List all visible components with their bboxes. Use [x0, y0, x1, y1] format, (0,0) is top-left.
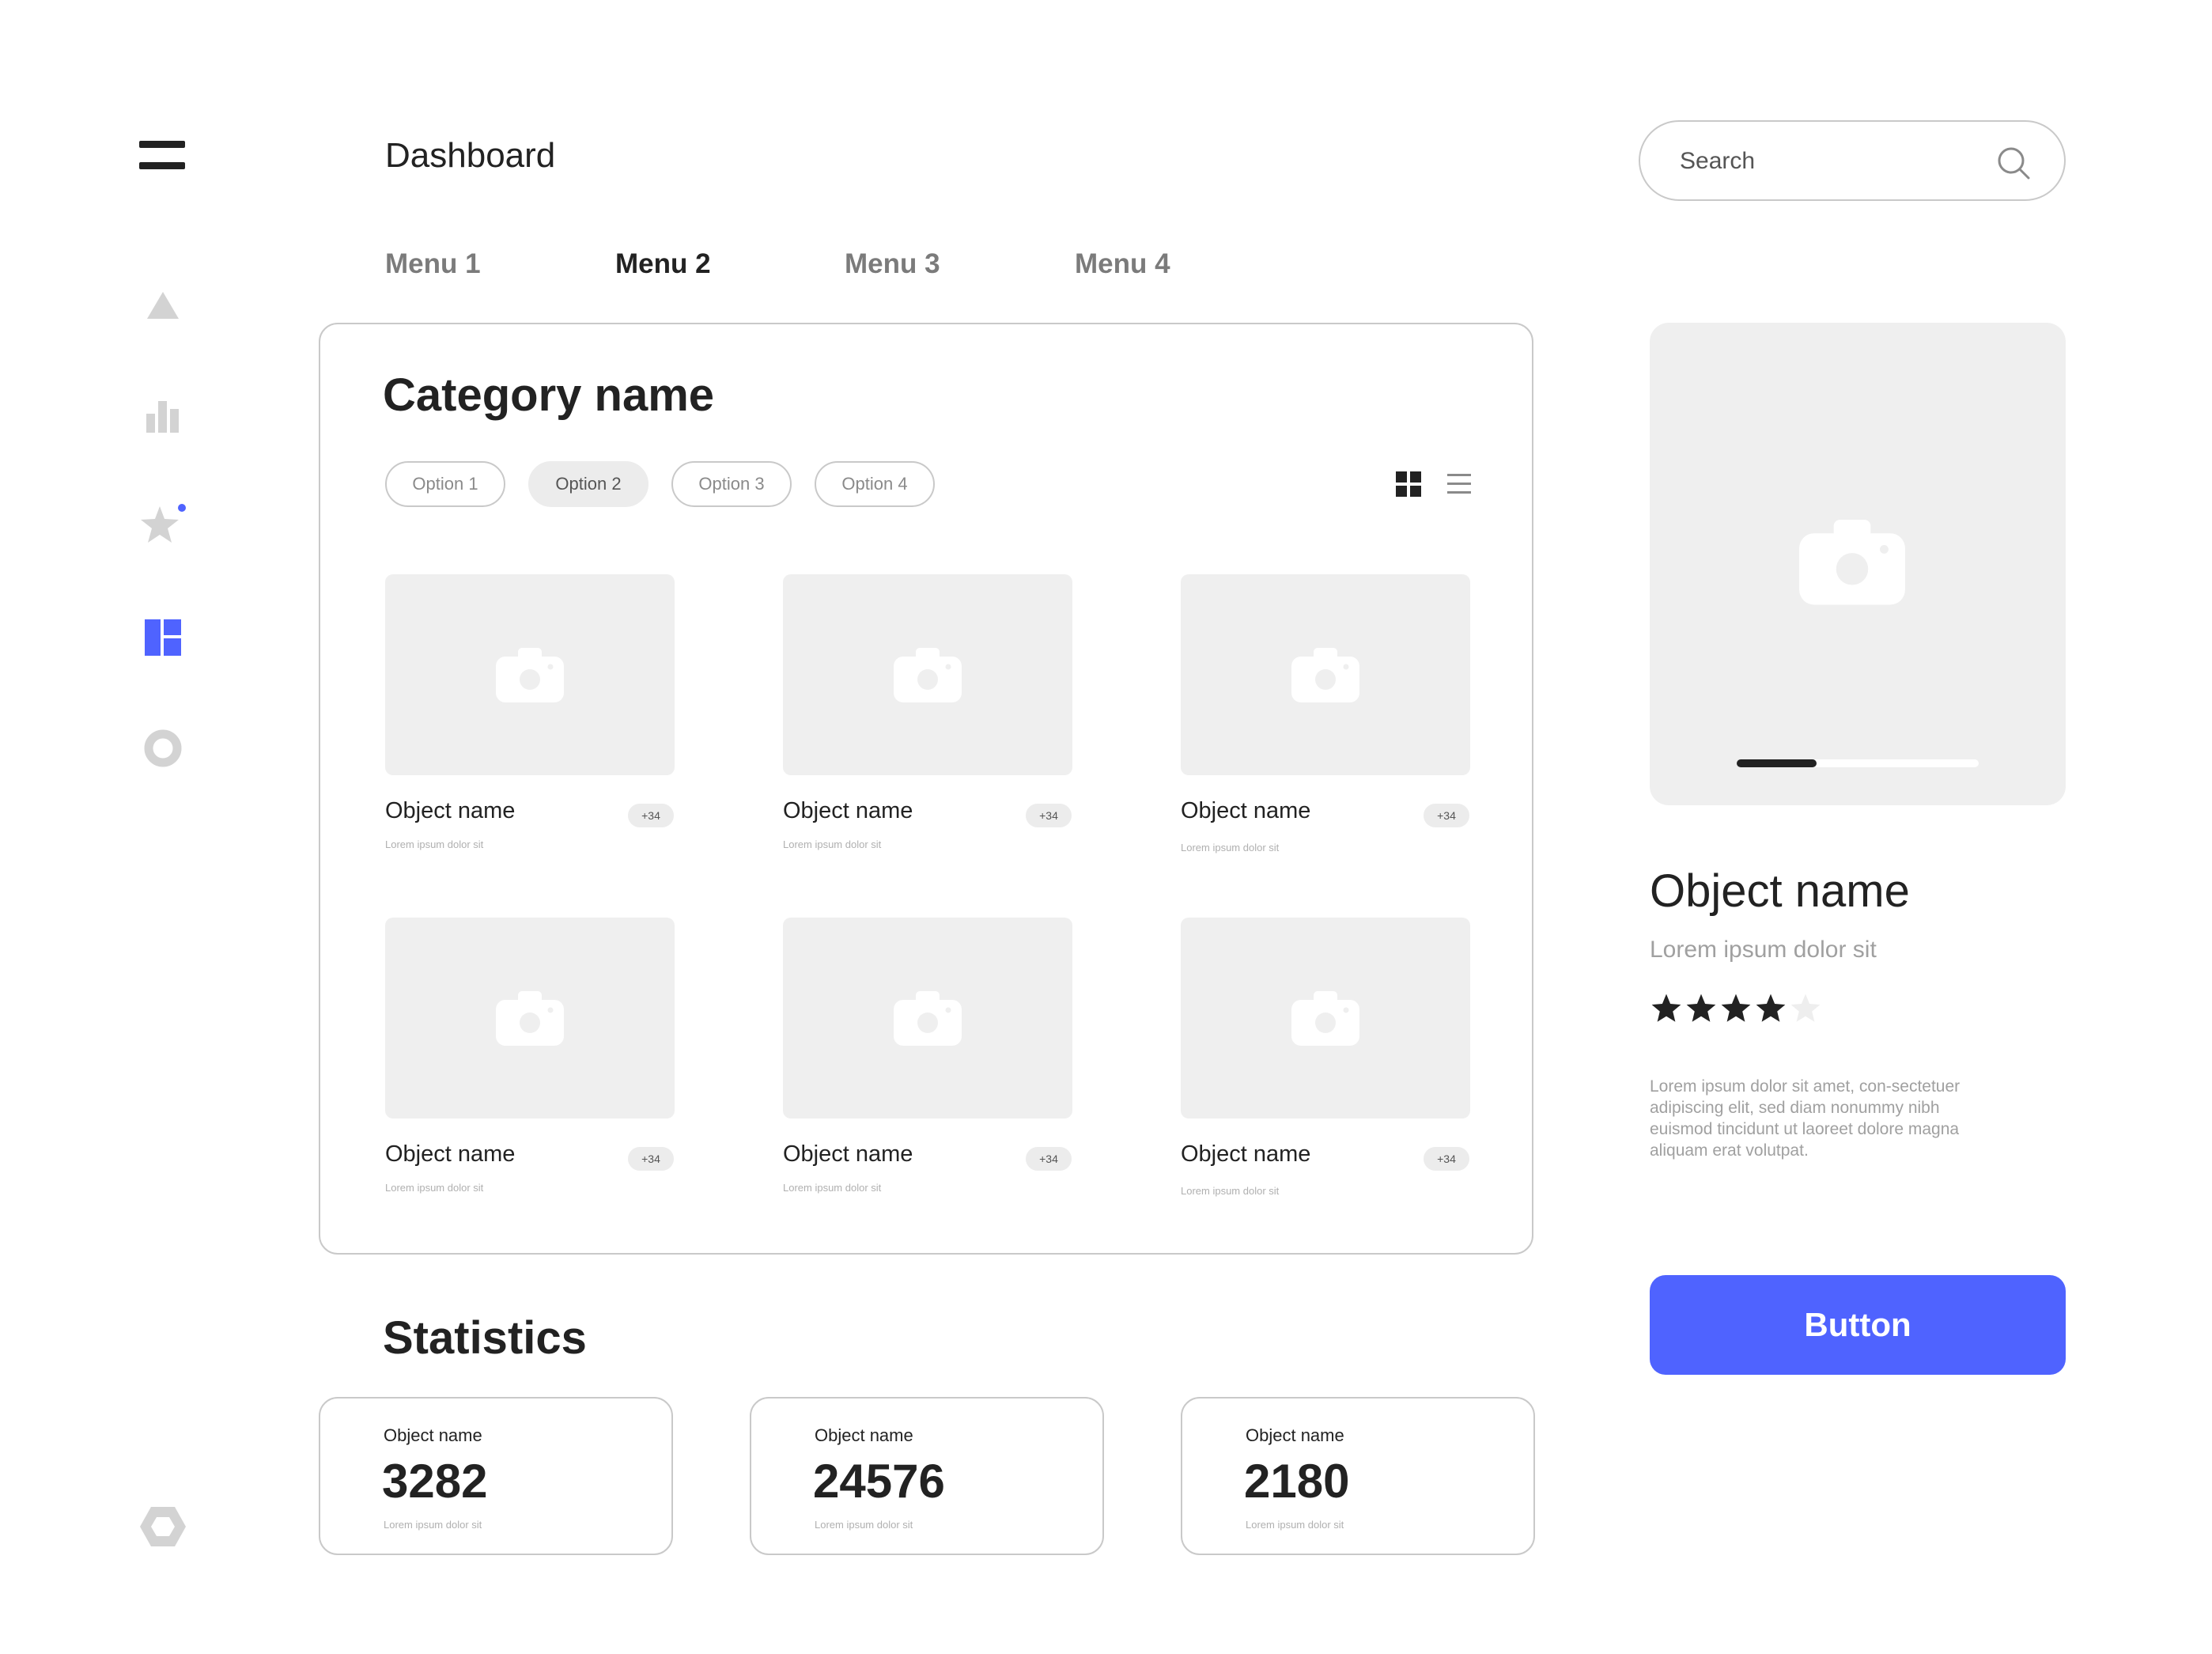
option-chip-2[interactable]: Option 2: [528, 461, 648, 507]
statistics-title: Statistics: [383, 1312, 587, 1364]
item-subtitle: Lorem ipsum dolor sit: [1181, 1185, 1280, 1197]
tab-menu-2[interactable]: Menu 2: [615, 248, 711, 280]
detail-description: Lorem ipsum dolor sit amet, con-sectetue…: [1650, 1077, 1961, 1160]
category-title: Category name: [383, 369, 715, 421]
detail-name: Object name: [1650, 865, 1910, 917]
tab-menu-4[interactable]: Menu 4: [1075, 248, 1170, 280]
option-chip-4[interactable]: Option 4: [815, 461, 935, 507]
triangle-icon[interactable]: [139, 282, 187, 329]
stat-subtitle: Lorem ipsum dolor sit: [815, 1519, 913, 1531]
image-placeholder: [1181, 918, 1470, 1118]
item-subtitle: Lorem ipsum dolor sit: [783, 1182, 882, 1194]
item-badge: +34: [628, 1147, 674, 1171]
star-icon[interactable]: [1685, 992, 1718, 1025]
stat-card: Object name 24576 Lorem ipsum dolor sit: [750, 1397, 1104, 1555]
image-placeholder: [783, 918, 1072, 1118]
star-icon[interactable]: [139, 503, 187, 551]
stat-value: 2180: [1244, 1455, 1350, 1508]
item-subtitle: Lorem ipsum dolor sit: [783, 838, 882, 850]
grid-item[interactable]: [783, 918, 1072, 1118]
item-name: Object name: [783, 1141, 913, 1167]
primary-button[interactable]: Button: [1650, 1275, 2066, 1375]
image-placeholder: [385, 918, 675, 1118]
carousel-progress-fill: [1737, 759, 1817, 767]
stat-value: 3282: [382, 1455, 488, 1508]
item-name: Object name: [1181, 798, 1311, 823]
stat-subtitle: Lorem ipsum dolor sit: [1246, 1519, 1344, 1531]
stat-subtitle: Lorem ipsum dolor sit: [384, 1519, 482, 1531]
item-badge: +34: [1026, 804, 1072, 827]
grid-view-icon[interactable]: [1395, 471, 1422, 498]
tab-menu-3[interactable]: Menu 3: [845, 248, 940, 280]
option-chip-1[interactable]: Option 1: [385, 461, 505, 507]
camera-icon: [894, 648, 962, 702]
item-subtitle: Lorem ipsum dolor sit: [1181, 842, 1280, 853]
item-badge: +34: [1026, 1147, 1072, 1171]
stat-value: 24576: [813, 1455, 945, 1508]
option-chip-3[interactable]: Option 3: [671, 461, 792, 507]
circle-icon[interactable]: [139, 725, 187, 772]
item-name: Object name: [783, 798, 913, 823]
star-icon[interactable]: [1789, 992, 1822, 1025]
stat-label: Object name: [815, 1425, 913, 1445]
stat-card: Object name 3282 Lorem ipsum dolor sit: [319, 1397, 673, 1555]
item-badge: +34: [1424, 804, 1469, 827]
hexagon-icon[interactable]: [139, 1503, 187, 1550]
search-input[interactable]: [1678, 141, 1998, 182]
detail-subtitle: Lorem ipsum dolor sit: [1650, 937, 1877, 963]
notification-dot: [178, 504, 186, 512]
grid-item[interactable]: [783, 574, 1072, 775]
image-placeholder: [783, 574, 1072, 775]
grid-item[interactable]: [1181, 918, 1470, 1118]
dashboard-icon[interactable]: [139, 614, 187, 661]
camera-icon: [496, 648, 564, 702]
item-badge: +34: [628, 804, 674, 827]
hamburger-icon[interactable]: [139, 141, 185, 169]
stat-card: Object name 2180 Lorem ipsum dolor sit: [1181, 1397, 1535, 1555]
image-placeholder: [385, 574, 675, 775]
search-icon[interactable]: [1996, 146, 2031, 180]
image-placeholder: [1181, 574, 1470, 775]
stat-label: Object name: [1246, 1425, 1344, 1445]
camera-icon: [894, 991, 962, 1046]
item-badge: +34: [1424, 1147, 1469, 1171]
camera-icon: [1799, 520, 1905, 605]
item-name: Object name: [385, 798, 516, 823]
grid-item[interactable]: [385, 918, 675, 1118]
camera-icon: [1291, 991, 1359, 1046]
camera-icon: [1291, 648, 1359, 702]
star-rating[interactable]: [1650, 992, 1822, 1031]
list-view-icon[interactable]: [1446, 471, 1473, 498]
grid-item[interactable]: [385, 574, 675, 775]
star-icon[interactable]: [1650, 992, 1683, 1025]
star-icon[interactable]: [1719, 992, 1753, 1025]
stat-label: Object name: [384, 1425, 482, 1445]
star-icon[interactable]: [1754, 992, 1787, 1025]
item-name: Object name: [1181, 1141, 1311, 1167]
bar-chart-icon[interactable]: [139, 392, 187, 440]
item-name: Object name: [385, 1141, 516, 1167]
camera-icon: [496, 991, 564, 1046]
tab-menu-1[interactable]: Menu 1: [385, 248, 481, 280]
page-title: Dashboard: [385, 136, 556, 175]
search-bar[interactable]: [1639, 120, 2066, 201]
item-subtitle: Lorem ipsum dolor sit: [385, 838, 484, 850]
item-subtitle: Lorem ipsum dolor sit: [385, 1182, 484, 1194]
grid-item[interactable]: [1181, 574, 1470, 775]
